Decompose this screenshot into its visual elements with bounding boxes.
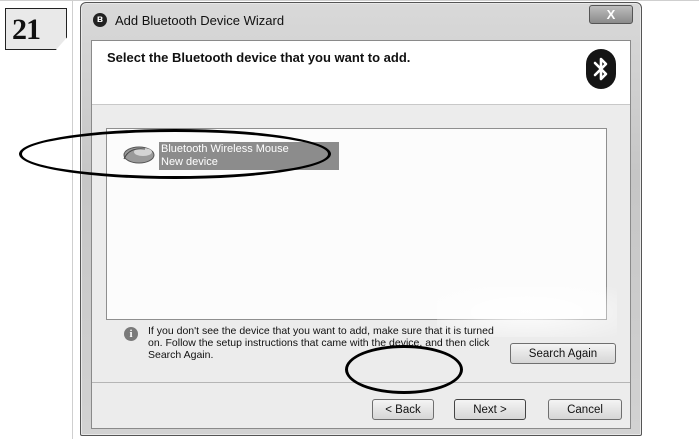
device-status: New device [161,156,218,168]
window-title: Add Bluetooth Device Wizard [115,13,285,28]
info-text: If you don't see the device that you wan… [148,325,494,361]
wizard-content: Select the Bluetooth device that you wan… [91,40,631,429]
device-label: Bluetooth Wireless Mouse New device [159,142,339,170]
device-list[interactable]: Bluetooth Wireless Mouse New device [106,128,617,337]
mouse-icon [121,143,155,165]
step-number: 21 [12,13,41,46]
device-name: Bluetooth Wireless Mouse [161,143,289,155]
bluetooth-logo-icon [586,49,616,89]
title-bar[interactable]: ʙ Add Bluetooth Device Wizard X [81,3,641,39]
footer-divider [92,382,630,383]
search-again-button[interactable]: Search Again [510,343,616,364]
next-button[interactable]: Next > [454,399,526,420]
cancel-button[interactable]: Cancel [548,399,622,420]
bluetooth-icon: ʙ [93,13,107,27]
back-button[interactable]: < Back [372,399,434,420]
step-badge: 21 [5,8,67,50]
close-button[interactable]: X [589,5,633,24]
page-heading: Select the Bluetooth device that you wan… [107,50,411,65]
page-top-rule [0,0,699,1]
page-column-rule [72,0,73,439]
device-item[interactable]: Bluetooth Wireless Mouse New device [119,141,339,171]
info-icon: i [124,327,138,341]
wizard-window: ʙ Add Bluetooth Device Wizard X Select t… [80,2,642,436]
wizard-header: Select the Bluetooth device that you wan… [92,41,630,105]
